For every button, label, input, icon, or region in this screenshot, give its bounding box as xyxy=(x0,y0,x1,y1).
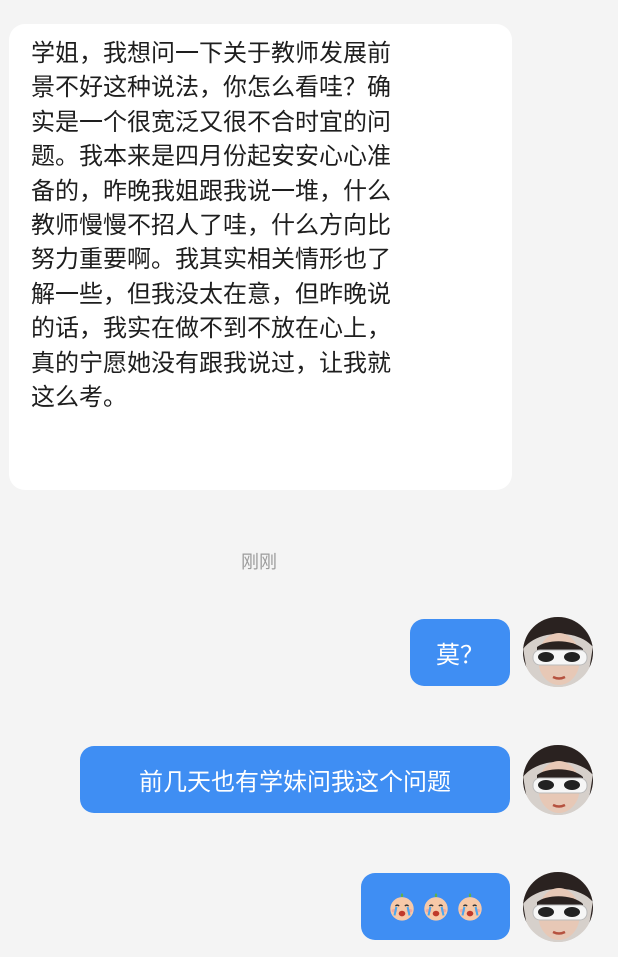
avatar[interactable] xyxy=(523,872,593,942)
incoming-message-bubble[interactable]: 学姐，我想问一下关于教师发展前 景不好这种说法，你怎么看哇？确 实是一个很宽泛又… xyxy=(9,24,512,490)
user-avatar-image xyxy=(523,745,593,815)
crying-face-emoji-icon xyxy=(455,892,485,922)
outgoing-message-text: 莫？ xyxy=(436,641,484,669)
user-avatar-image xyxy=(523,617,593,687)
avatar[interactable] xyxy=(523,617,593,687)
incoming-message-text: 学姐，我想问一下关于教师发展前 景不好这种说法，你怎么看哇？确 实是一个很宽泛又… xyxy=(31,39,391,412)
outgoing-message-bubble[interactable]: 前几天也有学妹问我这个问题 xyxy=(80,746,510,813)
avatar[interactable] xyxy=(523,745,593,815)
outgoing-emoji-bubble[interactable] xyxy=(361,873,510,940)
message-timestamp: 刚刚 xyxy=(241,552,277,573)
user-avatar-image xyxy=(523,872,593,942)
outgoing-message-bubble[interactable]: 莫？ xyxy=(410,619,510,686)
outgoing-message-text: 前几天也有学妹问我这个问题 xyxy=(139,768,451,796)
crying-face-emoji-icon xyxy=(421,892,451,922)
crying-face-emoji-icon xyxy=(387,892,417,922)
emoji-row xyxy=(387,892,485,922)
